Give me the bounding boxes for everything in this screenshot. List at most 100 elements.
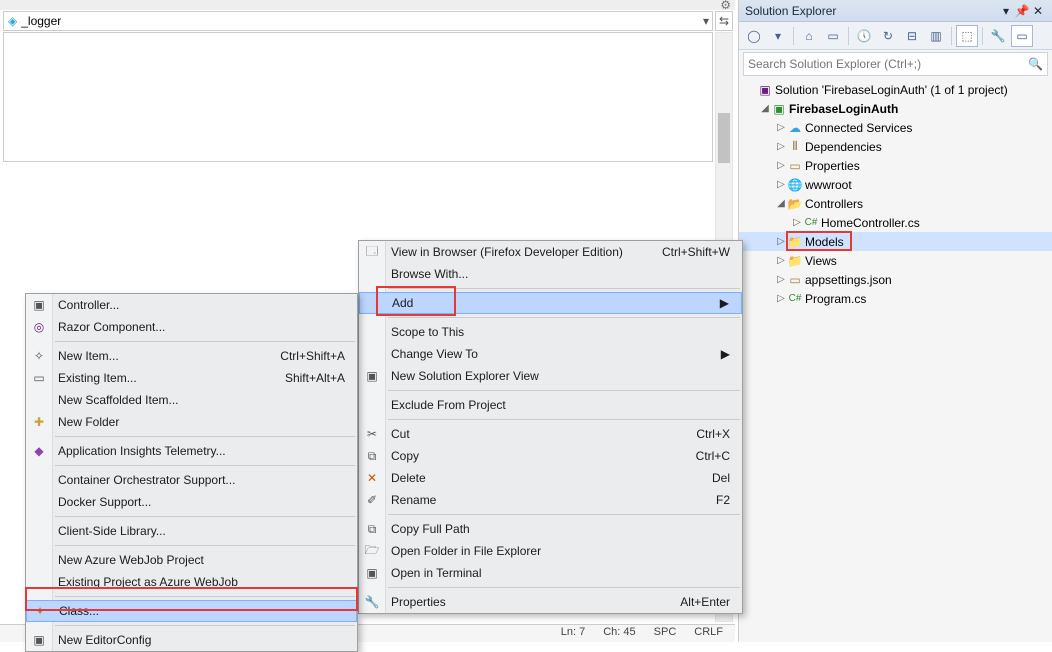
tree-homecontroller[interactable]: ▷C#HomeController.cs — [739, 213, 1052, 232]
menu-separator — [55, 596, 355, 597]
expander-closed-icon[interactable]: ▷ — [775, 236, 787, 247]
expander-open-icon[interactable]: ◢ — [759, 103, 771, 114]
delete-icon: ✕ — [363, 471, 381, 485]
show-all-icon[interactable]: ▥ — [925, 25, 947, 47]
expander-closed-icon[interactable]: ▷ — [775, 160, 787, 171]
menu-separator — [388, 419, 740, 420]
menu-add-new-folder[interactable]: ✚New Folder — [26, 411, 357, 433]
menu-add-client-library[interactable]: Client-Side Library... — [26, 520, 357, 542]
home-icon[interactable]: ⌂ — [798, 25, 820, 47]
field-icon: ◈ — [8, 14, 17, 28]
menu-separator — [388, 514, 740, 515]
expander-closed-icon[interactable]: ▷ — [775, 179, 787, 190]
menu-add-docker[interactable]: Docker Support... — [26, 491, 357, 513]
csharp-file-icon: C# — [803, 217, 819, 228]
swap-panes-button[interactable]: ⇆ — [715, 11, 733, 31]
expander-closed-icon[interactable]: ▷ — [791, 217, 803, 228]
tree-models[interactable]: ▷📁Models — [739, 232, 1052, 251]
menu-copy[interactable]: ⧉CopyCtrl+C — [359, 445, 742, 467]
collapse-icon[interactable]: ⊟ — [901, 25, 923, 47]
sync-icon[interactable]: ↻ — [877, 25, 899, 47]
solution-tree: ▣Solution 'FirebaseLoginAuth' (1 of 1 pr… — [739, 78, 1052, 640]
menu-separator — [55, 341, 355, 342]
menu-change-view-to[interactable]: Change View To▶ — [359, 343, 742, 365]
pending-icon[interactable]: 🕔 — [853, 25, 875, 47]
wrench-icon: 🔧 — [363, 595, 381, 609]
close-icon[interactable]: ✕ — [1030, 4, 1046, 18]
menu-separator — [388, 390, 740, 391]
tree-properties[interactable]: ▷▭Properties — [739, 156, 1052, 175]
menu-browse-with[interactable]: Browse With... — [359, 263, 742, 285]
tree-connected-services[interactable]: ▷☁Connected Services — [739, 118, 1052, 137]
back-icon[interactable]: ◯ — [743, 25, 765, 47]
expander-open-icon[interactable]: ◢ — [775, 198, 787, 209]
menu-exclude-from-project[interactable]: Exclude From Project — [359, 394, 742, 416]
tree-project[interactable]: ◢▣FirebaseLoginAuth — [739, 99, 1052, 118]
code-surface[interactable] — [3, 32, 713, 162]
tree-views[interactable]: ▷📁Views — [739, 251, 1052, 270]
menu-separator — [55, 545, 355, 546]
menu-scope-to-this[interactable]: Scope to This — [359, 321, 742, 343]
tree-controllers[interactable]: ◢📂Controllers — [739, 194, 1052, 213]
menu-add-app-insights[interactable]: ◆Application Insights Telemetry... — [26, 440, 357, 462]
menu-add-container[interactable]: Container Orchestrator Support... — [26, 469, 357, 491]
expander-closed-icon[interactable]: ▷ — [775, 255, 787, 266]
terminal-icon: ▣ — [363, 566, 381, 580]
search-input[interactable] — [748, 57, 1028, 71]
tree-dependencies[interactable]: ▷⫴Dependencies — [739, 137, 1052, 156]
tree-program[interactable]: ▷C#Program.cs — [739, 289, 1052, 308]
solution-view-icon: ▣ — [363, 369, 381, 383]
menu-view-in-browser[interactable]: 🗔View in Browser (Firefox Developer Edit… — [359, 241, 742, 263]
dependencies-icon: ⫴ — [787, 139, 803, 154]
menu-add[interactable]: Add▶ — [359, 292, 742, 314]
menu-new-solution-view[interactable]: ▣New Solution Explorer View — [359, 365, 742, 387]
menu-separator — [55, 625, 355, 626]
solution-explorer-title-bar[interactable]: Solution Explorer ▾ 📌 ✕ — [739, 0, 1052, 22]
tree-wwwroot[interactable]: ▷🌐wwwroot — [739, 175, 1052, 194]
menu-add-editorconfig[interactable]: ▣New EditorConfig — [26, 629, 357, 651]
folder-open-icon: 🗁 — [363, 541, 381, 562]
menu-copy-full-path[interactable]: ⧉Copy Full Path — [359, 518, 742, 540]
folder-icon: 📁 — [787, 235, 803, 249]
pin-icon[interactable]: 📌 — [1014, 4, 1030, 18]
expander-closed-icon[interactable]: ▷ — [775, 274, 787, 285]
menu-add-scaffolded[interactable]: New Scaffolded Item... — [26, 389, 357, 411]
menu-add-webjob[interactable]: New Azure WebJob Project — [26, 549, 357, 571]
rename-icon: ✐ — [363, 493, 381, 507]
app-insights-icon: ◆ — [30, 444, 48, 458]
menu-separator — [388, 317, 740, 318]
menu-properties[interactable]: 🔧PropertiesAlt+Enter — [359, 591, 742, 613]
tree-solution[interactable]: ▣Solution 'FirebaseLoginAuth' (1 of 1 pr… — [739, 80, 1052, 99]
menu-separator — [55, 465, 355, 466]
view-class-icon[interactable]: ⬚ — [956, 25, 978, 47]
json-file-icon: ▭ — [787, 273, 803, 287]
menu-add-class[interactable]: ✦Class... — [26, 600, 357, 622]
tree-appsettings[interactable]: ▷▭appsettings.json — [739, 270, 1052, 289]
window-dropdown-icon[interactable]: ▾ — [998, 4, 1014, 18]
menu-delete[interactable]: ✕DeleteDel — [359, 467, 742, 489]
scrollbar-thumb[interactable] — [718, 113, 730, 163]
context-menu-main: 🗔View in Browser (Firefox Developer Edit… — [358, 240, 743, 614]
menu-rename[interactable]: ✐RenameF2 — [359, 489, 742, 511]
menu-add-new-item[interactable]: ✧New Item...Ctrl+Shift+A — [26, 345, 357, 367]
class-icon: ✦ — [31, 604, 49, 618]
solution-explorer-search[interactable]: 🔍 — [743, 52, 1048, 76]
forward-icon[interactable]: ▾ — [767, 25, 789, 47]
editorconfig-icon: ▣ — [30, 633, 48, 647]
preview-icon[interactable]: ▭ — [1011, 25, 1033, 47]
menu-add-existing-webjob[interactable]: Existing Project as Azure WebJob — [26, 571, 357, 593]
member-dropdown[interactable]: ◈ _logger ▾ — [3, 11, 713, 31]
menu-cut[interactable]: ✂CutCtrl+X — [359, 423, 742, 445]
expander-closed-icon[interactable]: ▷ — [775, 122, 787, 133]
expander-closed-icon[interactable]: ▷ — [775, 141, 787, 152]
status-crlf: CRLF — [694, 626, 723, 641]
properties-icon[interactable]: 🔧 — [987, 25, 1009, 47]
search-icon[interactable]: 🔍 — [1028, 57, 1043, 71]
menu-open-terminal[interactable]: ▣Open in Terminal — [359, 562, 742, 584]
switch-views-icon[interactable]: ▭ — [822, 25, 844, 47]
menu-add-controller[interactable]: ▣Controller... — [26, 294, 357, 316]
menu-add-existing-item[interactable]: ▭Existing Item...Shift+Alt+A — [26, 367, 357, 389]
expander-closed-icon[interactable]: ▷ — [775, 293, 787, 304]
menu-open-folder[interactable]: 🗁Open Folder in File Explorer — [359, 540, 742, 562]
menu-add-razor[interactable]: ◎Razor Component... — [26, 316, 357, 338]
